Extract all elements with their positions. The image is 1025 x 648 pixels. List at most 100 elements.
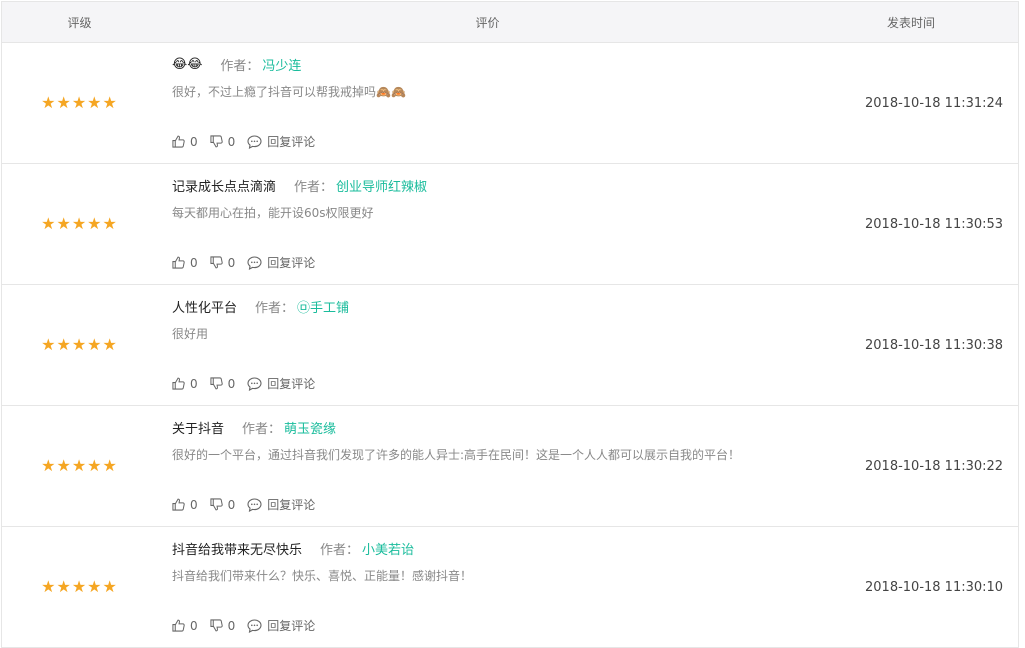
review-actions: 0 0 回复评论	[172, 254, 327, 271]
reply-label: 回复评论	[267, 135, 316, 149]
author-label: 作者：	[242, 421, 282, 437]
reviews-table: 评级 评价 发表时间 ★★★★★ 😂😂 作者： 冯少连 很好，不过上瘾了抖音可以…	[1, 1, 1019, 648]
time-cell: 2018-10-18 11:30:53	[865, 216, 1004, 232]
star-rating: ★★★★★	[41, 456, 118, 475]
thumbs-down-icon	[210, 377, 223, 390]
reply-button[interactable]: 回复评论	[247, 496, 315, 513]
thumbs-up-icon	[172, 135, 185, 148]
header-review: 评价	[475, 15, 500, 30]
review-title: 关于抖音	[172, 421, 225, 437]
thumbs-up-icon	[172, 377, 185, 390]
reply-button[interactable]: 回复评论	[247, 617, 315, 634]
time-cell: 2018-10-18 11:30:10	[865, 579, 1004, 595]
reply-label: 回复评论	[267, 619, 316, 633]
review-body: 很好，不过上瘾了抖音可以帮我戒掉吗🙈🙈	[172, 85, 406, 99]
thumbs-up-icon	[172, 619, 185, 632]
thumbs-down-icon	[210, 619, 223, 632]
like-button[interactable]: 0	[172, 619, 198, 633]
thumbs-up-icon	[172, 256, 185, 269]
like-count: 0	[190, 497, 198, 512]
review-actions: 0 0 回复评论	[172, 496, 327, 513]
review-title: 抖音给我带来无尽快乐	[172, 542, 303, 558]
dislike-button[interactable]: 0	[210, 497, 236, 512]
comment-icon	[247, 497, 262, 512]
rating-cell: ★★★★★	[2, 164, 157, 284]
thumbs-up-icon	[172, 498, 185, 511]
comment-icon	[247, 618, 262, 633]
review-actions: 0 0 回复评论	[172, 133, 327, 150]
review-cell: 😂😂 作者： 冯少连 很好，不过上瘾了抖音可以帮我戒掉吗🙈🙈 0 0 回复评论	[157, 43, 818, 163]
dislike-button[interactable]: 0	[210, 376, 236, 391]
rating-cell: ★★★★★	[2, 527, 157, 647]
dislike-count: 0	[227, 497, 236, 512]
thumbs-down-icon	[210, 135, 223, 148]
star-rating: ★★★★★	[41, 214, 118, 233]
review-body: 抖音给我们带来什么？快乐、喜悦、正能量！感谢抖音！	[172, 569, 473, 583]
review-body: 很好的一个平台，通过抖音我们发现了许多的能人异士:高手在民间！这是一个人人都可以…	[172, 448, 741, 462]
table-row: ★★★★★ 抖音给我带来无尽快乐 作者： 小美若诒 抖音给我们带来什么？快乐、喜…	[2, 527, 1018, 648]
author-link[interactable]: 冯少连	[262, 55, 301, 74]
review-title: 人性化平台	[172, 300, 238, 316]
table-row: ★★★★★ 记录成长点点滴滴 作者： 创业导师红辣椒 每天都用心在拍，能开设60…	[2, 164, 1018, 285]
comment-icon	[247, 134, 262, 149]
table-row: ★★★★★ 人性化平台 作者： ㉤手工铺 很好用 0 0 回复评论 2018-1…	[2, 285, 1018, 406]
author-label: 作者：	[320, 542, 360, 558]
rating-cell: ★★★★★	[2, 43, 157, 163]
like-button[interactable]: 0	[172, 135, 198, 149]
star-rating: ★★★★★	[41, 577, 118, 596]
reply-button[interactable]: 回复评论	[247, 254, 315, 271]
review-cell: 人性化平台 作者： ㉤手工铺 很好用 0 0 回复评论	[157, 285, 818, 405]
review-title: 😂😂	[172, 56, 203, 72]
review-cell: 抖音给我带来无尽快乐 作者： 小美若诒 抖音给我们带来什么？快乐、喜悦、正能量！…	[157, 527, 818, 647]
review-cell: 记录成长点点滴滴 作者： 创业导师红辣椒 每天都用心在拍，能开设60s权限更好 …	[157, 164, 818, 284]
dislike-count: 0	[227, 255, 236, 270]
author-label: 作者：	[220, 58, 260, 74]
thumbs-down-icon	[210, 498, 223, 511]
like-button[interactable]: 0	[172, 256, 198, 270]
review-cell: 关于抖音 作者： 萌玉瓷缘 很好的一个平台，通过抖音我们发现了许多的能人异士:高…	[157, 406, 818, 526]
time-cell: 2018-10-18 11:31:24	[865, 95, 1004, 111]
review-actions: 0 0 回复评论	[172, 617, 327, 634]
time-cell: 2018-10-18 11:30:22	[865, 458, 1004, 474]
table-row: ★★★★★ 关于抖音 作者： 萌玉瓷缘 很好的一个平台，通过抖音我们发现了许多的…	[2, 406, 1018, 527]
review-body: 很好用	[172, 327, 209, 341]
dislike-button[interactable]: 0	[210, 255, 236, 270]
dislike-count: 0	[227, 376, 236, 391]
dislike-count: 0	[227, 618, 236, 633]
table-row: ★★★★★ 😂😂 作者： 冯少连 很好，不过上瘾了抖音可以帮我戒掉吗🙈🙈 0 0	[2, 43, 1018, 164]
author-link[interactable]: 创业导师红辣椒	[336, 176, 427, 195]
like-count: 0	[190, 255, 198, 270]
dislike-button[interactable]: 0	[210, 618, 236, 633]
reply-button[interactable]: 回复评论	[247, 133, 315, 150]
header-time: 发表时间	[886, 15, 935, 30]
reply-label: 回复评论	[267, 498, 316, 512]
author-link[interactable]: 萌玉瓷缘	[284, 418, 336, 437]
star-rating: ★★★★★	[41, 335, 118, 354]
comment-icon	[247, 255, 262, 270]
thumbs-down-icon	[210, 256, 223, 269]
reply-button[interactable]: 回复评论	[247, 375, 315, 392]
rating-cell: ★★★★★	[2, 285, 157, 405]
rating-cell: ★★★★★	[2, 406, 157, 526]
reply-label: 回复评论	[267, 256, 316, 270]
dislike-button[interactable]: 0	[210, 134, 236, 149]
header-rating: 评级	[67, 15, 92, 30]
reply-label: 回复评论	[267, 377, 316, 391]
like-button[interactable]: 0	[172, 377, 198, 391]
author-label: 作者：	[255, 300, 295, 316]
review-actions: 0 0 回复评论	[172, 375, 327, 392]
review-title: 记录成长点点滴滴	[172, 179, 277, 195]
author-label: 作者：	[294, 179, 334, 195]
like-count: 0	[190, 618, 198, 633]
comment-icon	[247, 376, 262, 391]
time-cell: 2018-10-18 11:30:38	[865, 337, 1004, 353]
like-count: 0	[190, 376, 198, 391]
review-body: 每天都用心在拍，能开设60s权限更好	[172, 206, 374, 220]
like-count: 0	[190, 134, 198, 149]
star-rating: ★★★★★	[41, 93, 118, 112]
table-header: 评级 评价 发表时间	[2, 2, 1018, 43]
author-link[interactable]: 小美若诒	[362, 539, 414, 558]
author-link[interactable]: ㉤手工铺	[297, 297, 349, 316]
dislike-count: 0	[227, 134, 236, 149]
like-button[interactable]: 0	[172, 498, 198, 512]
